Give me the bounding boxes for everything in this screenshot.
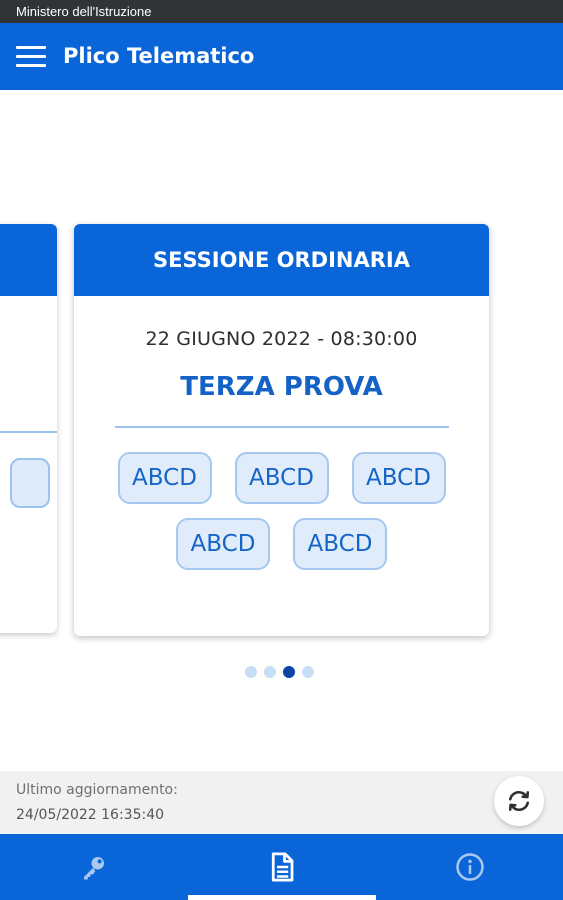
pagination-dot-active[interactable] (283, 666, 295, 678)
card-divider (114, 426, 449, 428)
code-chips: ABCD ABCD ABCD ABCD ABCD (74, 452, 489, 570)
update-timestamp: 24/05/2022 16:35:40 (16, 807, 165, 823)
refresh-button[interactable] (494, 776, 544, 826)
code-chip[interactable]: ABCD (117, 452, 212, 504)
previous-card-peek[interactable] (0, 224, 57, 633)
code-chip[interactable]: ABCD (351, 452, 446, 504)
nav-item-document[interactable] (188, 834, 376, 900)
card-header: SESSIONE ORDINARIA (74, 224, 489, 296)
bottom-navigation (0, 834, 563, 900)
pagination-dot[interactable] (264, 666, 276, 678)
status-bar-text: Ministero dell'Istruzione (16, 4, 152, 19)
card-subject: TERZA PROVA (180, 372, 383, 402)
card-date: 22 GIUGNO 2022 - 08:30:00 (145, 328, 418, 350)
refresh-icon (508, 790, 530, 812)
previous-card-chip (10, 458, 50, 508)
session-card[interactable]: SESSIONE ORDINARIA 22 GIUGNO 2022 - 08:3… (74, 224, 489, 636)
app-title: Plico Telematico (63, 44, 255, 68)
code-chip[interactable]: ABCD (176, 518, 270, 570)
document-icon (271, 852, 294, 882)
update-bar: Ultimo aggiornamento: 24/05/2022 16:35:4… (0, 771, 563, 834)
previous-card-divider (0, 431, 57, 433)
nav-item-key[interactable] (0, 834, 188, 900)
hamburger-menu-icon[interactable] (16, 46, 46, 68)
key-icon (84, 857, 104, 880)
status-bar: Ministero dell'Istruzione (0, 0, 563, 23)
pagination-dot[interactable] (302, 666, 314, 678)
code-chip[interactable]: ABCD (234, 452, 329, 504)
nav-item-info[interactable] (376, 834, 563, 900)
pagination-dots (245, 666, 314, 678)
info-icon (456, 853, 484, 881)
previous-card-header (0, 224, 57, 296)
pagination-dot[interactable] (245, 666, 257, 678)
app-bar: Plico Telematico (0, 23, 563, 90)
code-chip[interactable]: ABCD (293, 518, 387, 570)
update-label: Ultimo aggiornamento: (16, 782, 178, 798)
